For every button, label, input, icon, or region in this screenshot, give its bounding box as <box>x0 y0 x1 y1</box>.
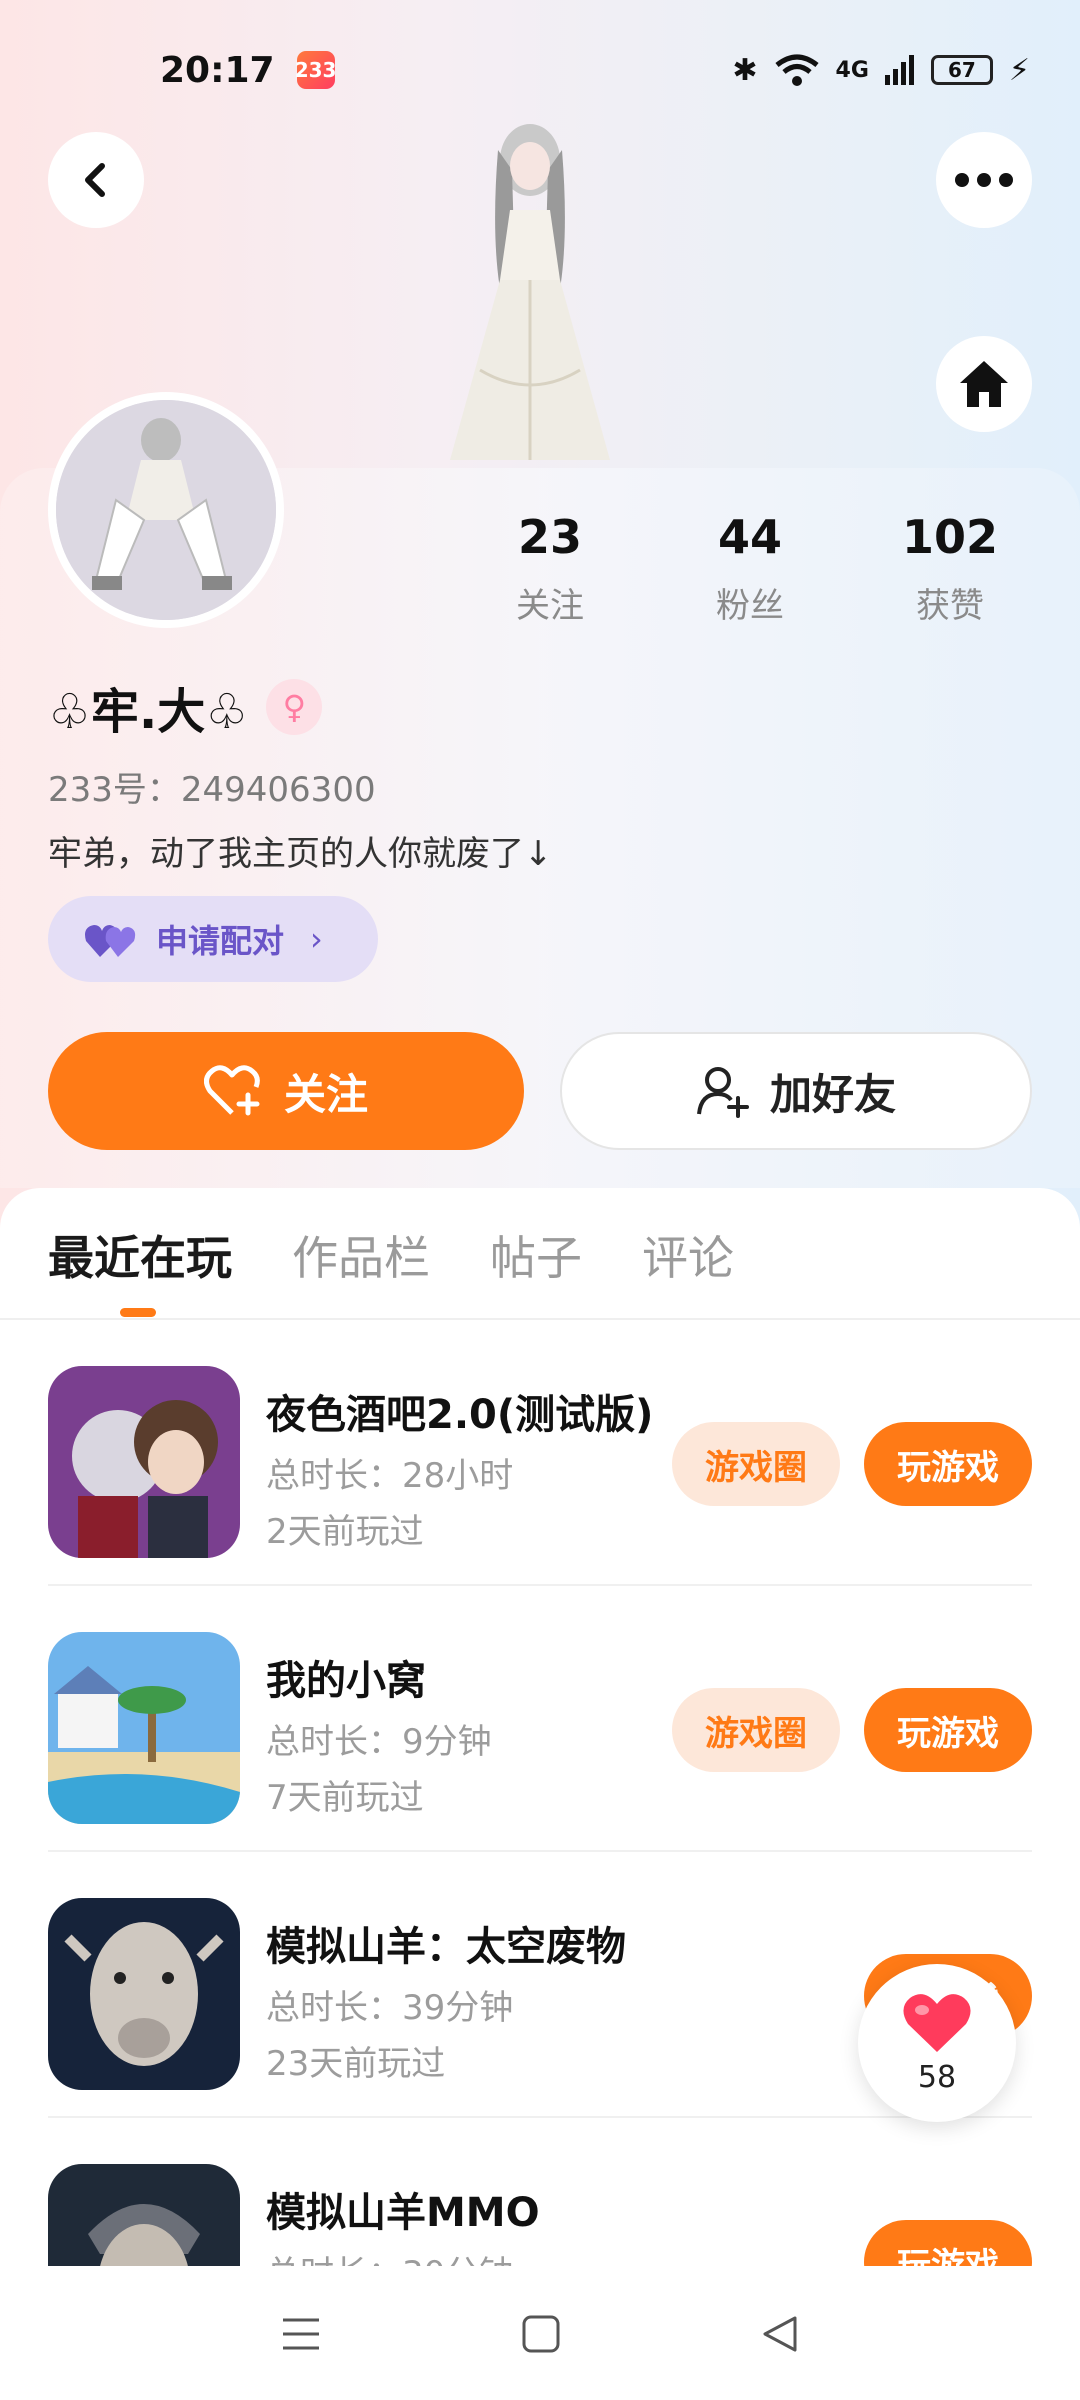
tab-recently-played[interactable]: 最近在玩 <box>48 1222 232 1288</box>
game-cover-image <box>48 1632 240 1824</box>
stat-value: 44 <box>717 510 782 564</box>
nickname-row: ♧牢.大♧ ♀ <box>48 672 323 742</box>
game-icon <box>48 1366 240 1558</box>
play-game-button[interactable]: 玩游戏 <box>864 1422 1032 1506</box>
active-tab-indicator <box>120 1308 156 1317</box>
game-name: 模拟山羊MMO <box>266 2190 540 2236</box>
nickname: ♧牢.大♧ <box>48 684 249 740</box>
bio: 牢弟，动了我主页的人你就废了↓ <box>48 834 553 874</box>
chevron-right-icon: › <box>310 920 323 958</box>
game-last-played: 23天前玩过 <box>266 2044 446 2084</box>
home-button[interactable] <box>936 336 1032 432</box>
profile-tabs: 最近在玩 作品栏 帖子 评论 <box>48 1222 734 1288</box>
game-duration: 总时长：30分钟 <box>266 2246 513 2266</box>
back-button[interactable] <box>48 132 144 228</box>
play-game-button[interactable]: 玩游戏 <box>864 2220 1032 2266</box>
pair-hearts-icon <box>85 925 136 957</box>
follow-button[interactable]: 关注 <box>48 1032 524 1150</box>
game-name: 我的小窝 <box>266 1658 426 1704</box>
list-item[interactable]: 我的小窝 总时长：9分钟 7天前玩过 游戏圈 玩游戏 <box>48 1586 1032 1852</box>
game-icon <box>48 2164 240 2266</box>
like-floating-button[interactable]: 58 <box>858 1964 1016 2122</box>
square-home-icon[interactable] <box>522 2315 560 2353</box>
character-figure-image <box>450 124 610 460</box>
game-last-played: 2天前玩过 <box>266 1512 424 1552</box>
app-badge-icon: 233 <box>295 51 336 89</box>
wifi-icon <box>774 54 819 86</box>
signal-bars-icon <box>884 55 914 85</box>
game-cover-image <box>48 2164 240 2266</box>
game-circle-button[interactable]: 游戏圈 <box>672 1688 840 1772</box>
profile-stats: 23 关注 44 粉丝 102 获赞 <box>460 510 1040 627</box>
battery-icon: 67 <box>930 55 993 85</box>
heart-plus-icon <box>203 1065 260 1116</box>
bluetooth-icon: ✱ <box>732 52 758 88</box>
game-last-played: 7天前玩过 <box>266 1778 424 1818</box>
stat-label: 关注 <box>516 586 584 626</box>
request-pair-button[interactable]: 申请配对 › <box>48 896 378 982</box>
add-person-icon <box>696 1067 749 1118</box>
stat-value: 102 <box>901 510 999 564</box>
game-cover-image <box>48 1898 240 2090</box>
stat-label: 获赞 <box>916 586 984 626</box>
system-nav-bar <box>0 2268 1080 2400</box>
user-id: 233号：249406300 <box>48 770 376 810</box>
game-duration: 总时长：28小时 <box>266 1456 514 1496</box>
tab-comments[interactable]: 评论 <box>642 1222 734 1288</box>
more-button[interactable] <box>936 132 1032 228</box>
game-duration: 总时长：9分钟 <box>266 1722 492 1762</box>
female-icon: ♀ <box>266 679 323 735</box>
game-cover-image <box>48 1366 240 1558</box>
list-item[interactable]: 模拟山羊MMO 总时长：30分钟 玩游戏 <box>48 2118 1032 2266</box>
charging-icon: ⚡ <box>1008 52 1030 88</box>
status-icons: ✱ 4G 67 ⚡ <box>732 53 1030 88</box>
recent-games-list: 夜色酒吧2.0(测试版) 总时长：28小时 2天前玩过 游戏圈 玩游戏 我的小窝… <box>0 1320 1080 2266</box>
game-icon <box>48 1898 240 2090</box>
game-duration: 总时长：39分钟 <box>266 1988 514 2028</box>
status-time: 20:17 <box>160 49 275 91</box>
pair-label: 申请配对 <box>156 922 285 960</box>
stat-following[interactable]: 23 关注 <box>460 510 640 627</box>
stat-value: 23 <box>517 510 582 564</box>
follow-label: 关注 <box>283 1069 368 1119</box>
stat-label: 粉丝 <box>716 586 784 626</box>
back-arrow-icon <box>85 163 105 197</box>
play-game-button[interactable]: 玩游戏 <box>864 1688 1032 1772</box>
like-count: 58 <box>917 2059 957 2095</box>
avatar-image <box>56 400 276 620</box>
home-icon <box>960 361 1008 407</box>
game-name: 模拟山羊：太空废物 <box>266 1924 626 1970</box>
add-friend-label: 加好友 <box>769 1069 896 1119</box>
game-name: 夜色酒吧2.0(测试版) <box>266 1392 654 1438</box>
heart-icon <box>903 1993 971 2052</box>
list-item[interactable]: 夜色酒吧2.0(测试版) 总时长：28小时 2天前玩过 游戏圈 玩游戏 <box>48 1320 1032 1586</box>
more-dots-icon <box>955 173 1013 187</box>
stat-followers[interactable]: 44 粉丝 <box>660 510 840 627</box>
signal-icon: 4G <box>835 57 869 83</box>
tab-works[interactable]: 作品栏 <box>292 1222 430 1288</box>
tab-posts[interactable]: 帖子 <box>490 1222 582 1288</box>
avatar[interactable] <box>48 392 284 628</box>
menu-icon[interactable] <box>281 2316 321 2352</box>
triangle-back-icon[interactable] <box>761 2315 799 2353</box>
stat-likes[interactable]: 102 获赞 <box>860 510 1040 627</box>
game-icon <box>48 1632 240 1824</box>
add-friend-button[interactable]: 加好友 <box>560 1032 1032 1150</box>
game-circle-button[interactable]: 游戏圈 <box>672 1422 840 1506</box>
